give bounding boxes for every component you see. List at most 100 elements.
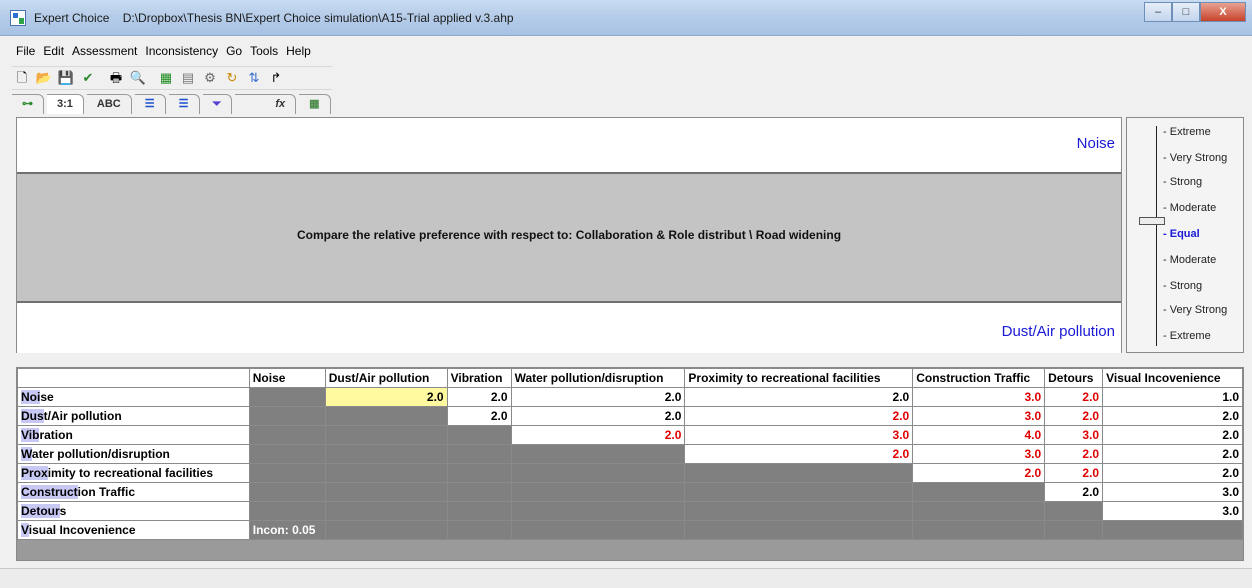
row-header[interactable]: Construction Traffic xyxy=(17,482,250,502)
menu-tools[interactable]: Tools xyxy=(246,44,282,58)
matrix-cell[interactable]: 2.0 xyxy=(446,387,512,407)
scale-label-equal[interactable]: - Equal xyxy=(1163,228,1200,240)
empty-cell xyxy=(510,520,686,540)
matrix-cell[interactable]: 2.0 xyxy=(684,444,914,464)
tab-numerical[interactable]: 3:1 xyxy=(47,94,84,114)
menu-inconsistency[interactable]: Inconsistency xyxy=(141,44,222,58)
row-header[interactable]: Visual Incovenience xyxy=(17,520,250,540)
column-header[interactable]: Noise xyxy=(248,368,326,388)
matrix-cell[interactable]: 2.0 xyxy=(684,387,914,407)
matrix-cell[interactable]: 2.0 xyxy=(912,463,1046,483)
matrix-cell[interactable]: 3.0 xyxy=(912,387,1046,407)
empty-cell xyxy=(446,482,512,502)
matrix-cell[interactable]: 2.0 xyxy=(1044,406,1104,426)
scale-label-strong-bottom[interactable]: - Strong xyxy=(1163,280,1202,292)
empty-cell xyxy=(1102,520,1243,540)
column-header[interactable]: Proximity to recreational facilities xyxy=(684,368,914,388)
matrix-cell[interactable]: 2.0 xyxy=(1044,482,1104,502)
tab-graphical[interactable]: ☰ xyxy=(134,94,166,114)
matrix-cell[interactable]: 2.0 xyxy=(1102,425,1243,445)
row-header[interactable]: Noise xyxy=(17,387,250,407)
arrow-icon[interactable]: ↱ xyxy=(266,68,286,88)
matrix-cell[interactable]: 2.0 xyxy=(1044,387,1104,407)
row-header[interactable]: Water pollution/disruption xyxy=(17,444,250,464)
scale-label-very-strong-bottom[interactable]: - Very Strong xyxy=(1163,304,1227,316)
verbal-scale[interactable]: - Extreme - Very Strong - Strong - Moder… xyxy=(1126,117,1244,353)
tab-funnel[interactable]: ⏷ xyxy=(202,94,233,114)
row-name-rest: t/Air pollution xyxy=(43,409,122,423)
matrix-cell[interactable]: 2.0 xyxy=(1044,463,1104,483)
checkmark-icon[interactable]: ✔ xyxy=(78,68,98,88)
empty-cell xyxy=(446,444,512,464)
scale-label-extreme-top[interactable]: - Extreme xyxy=(1163,126,1211,138)
matrix-cell[interactable]: 3.0 xyxy=(1102,482,1243,502)
maximize-button[interactable]: □ xyxy=(1172,2,1200,22)
tab-tree-view[interactable]: ⊶ xyxy=(12,94,44,114)
save-icon[interactable]: 💾 xyxy=(56,68,76,88)
scale-track[interactable] xyxy=(1156,126,1157,346)
matrix-cell[interactable]: 2.0 xyxy=(1102,406,1243,426)
row-name-rest: s xyxy=(59,504,67,518)
matrix-cell[interactable]: 2.0 xyxy=(510,406,686,426)
menu-assessment[interactable]: Assessment xyxy=(68,44,141,58)
row-header[interactable]: Vibration xyxy=(17,425,250,445)
menu-bar: File Edit Assessment Inconsistency Go To… xyxy=(12,40,315,62)
row-header[interactable]: Proximity to recreational facilities xyxy=(17,463,250,483)
menu-file[interactable]: File xyxy=(12,44,39,58)
matrix-cell[interactable]: 3.0 xyxy=(1044,425,1104,445)
row-header[interactable]: Detours xyxy=(17,501,250,521)
menu-go[interactable]: Go xyxy=(222,44,246,58)
column-header[interactable]: Dust/Air pollution xyxy=(324,368,448,388)
matrix-cell[interactable]: 3.0 xyxy=(1102,501,1243,521)
print-icon[interactable]: 🖶 xyxy=(106,68,126,88)
new-file-icon[interactable]: 🗋 xyxy=(12,68,32,88)
empty-cell xyxy=(248,482,326,502)
selected-cell[interactable]: 2.0 xyxy=(324,387,448,407)
column-header[interactable]: Vibration xyxy=(446,368,512,388)
empty-cell xyxy=(324,444,448,464)
row-header[interactable]: Dust/Air pollution xyxy=(17,406,250,426)
close-button[interactable]: X xyxy=(1200,2,1246,22)
column-header[interactable]: Visual Incovenience xyxy=(1102,368,1243,388)
matrix-cell[interactable]: 4.0 xyxy=(912,425,1046,445)
tab-grid[interactable]: ▦ xyxy=(299,94,331,114)
print-preview-icon[interactable]: 🔍 xyxy=(128,68,148,88)
matrix-cell[interactable]: 2.0 xyxy=(510,425,686,445)
sort-icon[interactable]: ⇅ xyxy=(244,68,264,88)
minimize-button[interactable]: – xyxy=(1144,2,1172,22)
calendar-icon[interactable]: ▤ xyxy=(178,68,198,88)
tab-verbal[interactable]: ABC xyxy=(86,94,132,114)
scale-label-moderate-bottom[interactable]: - Moderate xyxy=(1163,254,1216,266)
open-folder-icon[interactable]: 📂 xyxy=(34,68,54,88)
comparison-matrix: Noise Dust/Air pollution Vibration Water… xyxy=(16,367,1244,561)
empty-cell xyxy=(684,463,914,483)
column-header[interactable]: Water pollution/disruption xyxy=(510,368,686,388)
tab-formula[interactable]: fx xyxy=(235,94,297,114)
scale-label-strong-top[interactable]: - Strong xyxy=(1163,176,1202,188)
refresh-icon[interactable]: ↻ xyxy=(222,68,242,88)
empty-cell xyxy=(248,501,326,521)
calculator-icon[interactable]: ▦ xyxy=(156,68,176,88)
matrix-cell[interactable]: 2.0 xyxy=(510,387,686,407)
scale-label-moderate-top[interactable]: - Moderate xyxy=(1163,202,1216,214)
matrix-cell[interactable]: 2.0 xyxy=(1102,444,1243,464)
matrix-cell[interactable]: 3.0 xyxy=(684,425,914,445)
scale-label-very-strong-top[interactable]: - Very Strong xyxy=(1163,152,1227,164)
menu-edit[interactable]: Edit xyxy=(39,44,68,58)
scale-thumb[interactable] xyxy=(1139,217,1165,225)
column-header[interactable]: Detours xyxy=(1044,368,1104,388)
matrix-cell[interactable]: 2.0 xyxy=(684,406,914,426)
column-header[interactable]: Construction Traffic xyxy=(912,368,1046,388)
table-row: Noise 2.0 2.0 2.0 2.0 3.0 2.0 1.0 xyxy=(17,387,1243,407)
matrix-cell[interactable]: 2.0 xyxy=(446,406,512,426)
network-icon[interactable]: ⚙ xyxy=(200,68,220,88)
matrix-cell[interactable]: 2.0 xyxy=(1044,444,1104,464)
menu-help[interactable]: Help xyxy=(282,44,315,58)
matrix-cell[interactable]: 3.0 xyxy=(912,444,1046,464)
matrix-cell[interactable]: 3.0 xyxy=(912,406,1046,426)
scale-label-extreme-bottom[interactable]: - Extreme xyxy=(1163,330,1211,342)
tab-bars[interactable]: ☰ xyxy=(168,94,200,114)
matrix-cell[interactable]: 1.0 xyxy=(1102,387,1243,407)
comparison-prompt: Compare the relative preference with res… xyxy=(296,228,842,242)
matrix-cell[interactable]: 2.0 xyxy=(1102,463,1243,483)
